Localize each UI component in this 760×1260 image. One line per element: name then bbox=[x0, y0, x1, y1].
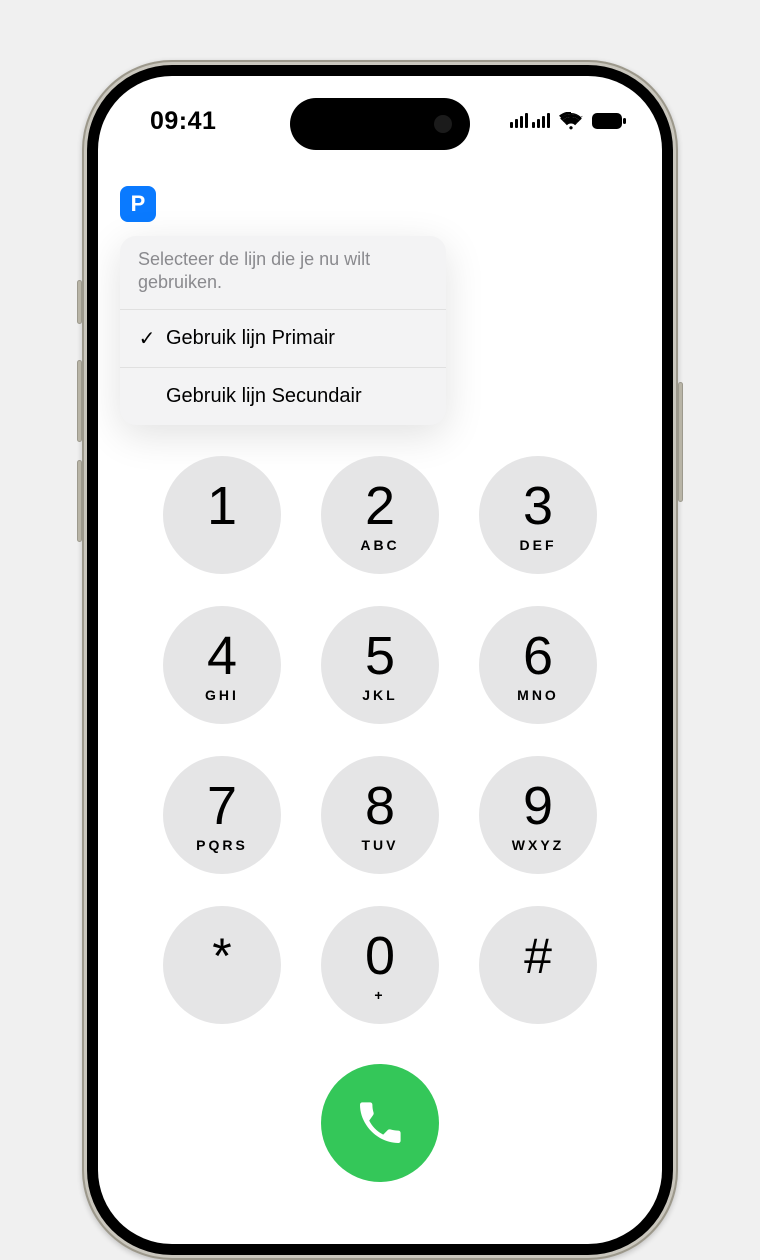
line-option-secondary[interactable]: ✓ Gebruik lijn Secundair bbox=[120, 367, 446, 425]
key-digit: # bbox=[524, 929, 552, 983]
key-3[interactable]: 3 DEF bbox=[479, 456, 597, 574]
key-letters: TUV bbox=[362, 837, 399, 851]
key-8[interactable]: 8 TUV bbox=[321, 756, 439, 874]
line-badge[interactable]: P bbox=[120, 186, 156, 222]
phone-icon bbox=[356, 1099, 404, 1147]
key-letters: DEF bbox=[520, 537, 557, 551]
line-badge-letter: P bbox=[131, 191, 146, 217]
key-7[interactable]: 7 PQRS bbox=[163, 756, 281, 874]
keypad: 1 2 ABC 3 DEF 4 GHI 5 J bbox=[98, 456, 662, 1182]
key-2[interactable]: 2 ABC bbox=[321, 456, 439, 574]
key-letters: ABC bbox=[360, 537, 399, 551]
dual-cellular-icon bbox=[510, 112, 550, 130]
status-bar: 09:41 bbox=[98, 76, 662, 166]
volume-up[interactable] bbox=[77, 360, 82, 442]
key-digit: 5 bbox=[365, 629, 395, 683]
key-6[interactable]: 6 MNO bbox=[479, 606, 597, 724]
key-4[interactable]: 4 GHI bbox=[163, 606, 281, 724]
wifi-icon bbox=[559, 112, 583, 130]
popover-header: Selecteer de lijn die je nu wilt gebruik… bbox=[120, 236, 446, 310]
battery-icon bbox=[592, 113, 626, 129]
mute-switch[interactable] bbox=[77, 280, 82, 324]
key-0[interactable]: 0 + bbox=[321, 906, 439, 1024]
key-digit: 3 bbox=[523, 479, 553, 533]
line-option-primary[interactable]: ✓ Gebruik lijn Primair bbox=[120, 310, 446, 367]
key-letters: + bbox=[374, 987, 385, 1001]
key-digit: 4 bbox=[207, 629, 237, 683]
key-letters: WXYZ bbox=[512, 837, 564, 851]
status-right bbox=[510, 112, 626, 130]
volume-down[interactable] bbox=[77, 460, 82, 542]
key-letters: MNO bbox=[517, 687, 559, 701]
key-digit: 2 bbox=[365, 479, 395, 533]
key-digit: 9 bbox=[523, 779, 553, 833]
screen: 09:41 bbox=[98, 76, 662, 1244]
line-option-label: Gebruik lijn Primair bbox=[166, 327, 335, 350]
key-digit: 7 bbox=[207, 779, 237, 833]
key-digit: 8 bbox=[365, 779, 395, 833]
call-button[interactable] bbox=[321, 1064, 439, 1182]
key-letters: GHI bbox=[205, 687, 239, 701]
status-time: 09:41 bbox=[150, 107, 216, 136]
key-letters: JKL bbox=[362, 687, 397, 701]
key-1[interactable]: 1 bbox=[163, 456, 281, 574]
phone-frame: 09:41 bbox=[82, 60, 678, 1260]
line-selector-popover: Selecteer de lijn die je nu wilt gebruik… bbox=[120, 236, 446, 425]
key-digit: * bbox=[212, 929, 231, 983]
key-5[interactable]: 5 JKL bbox=[321, 606, 439, 724]
key-letters: PQRS bbox=[196, 837, 248, 851]
key-digit: 0 bbox=[365, 929, 395, 983]
power-button[interactable] bbox=[678, 382, 683, 502]
line-option-label: Gebruik lijn Secundair bbox=[166, 385, 362, 408]
key-digit: 1 bbox=[207, 479, 237, 533]
checkmark-icon: ✓ bbox=[138, 326, 156, 351]
key-9[interactable]: 9 WXYZ bbox=[479, 756, 597, 874]
key-digit: 6 bbox=[523, 629, 553, 683]
key-hash[interactable]: # bbox=[479, 906, 597, 1024]
key-star[interactable]: * bbox=[163, 906, 281, 1024]
